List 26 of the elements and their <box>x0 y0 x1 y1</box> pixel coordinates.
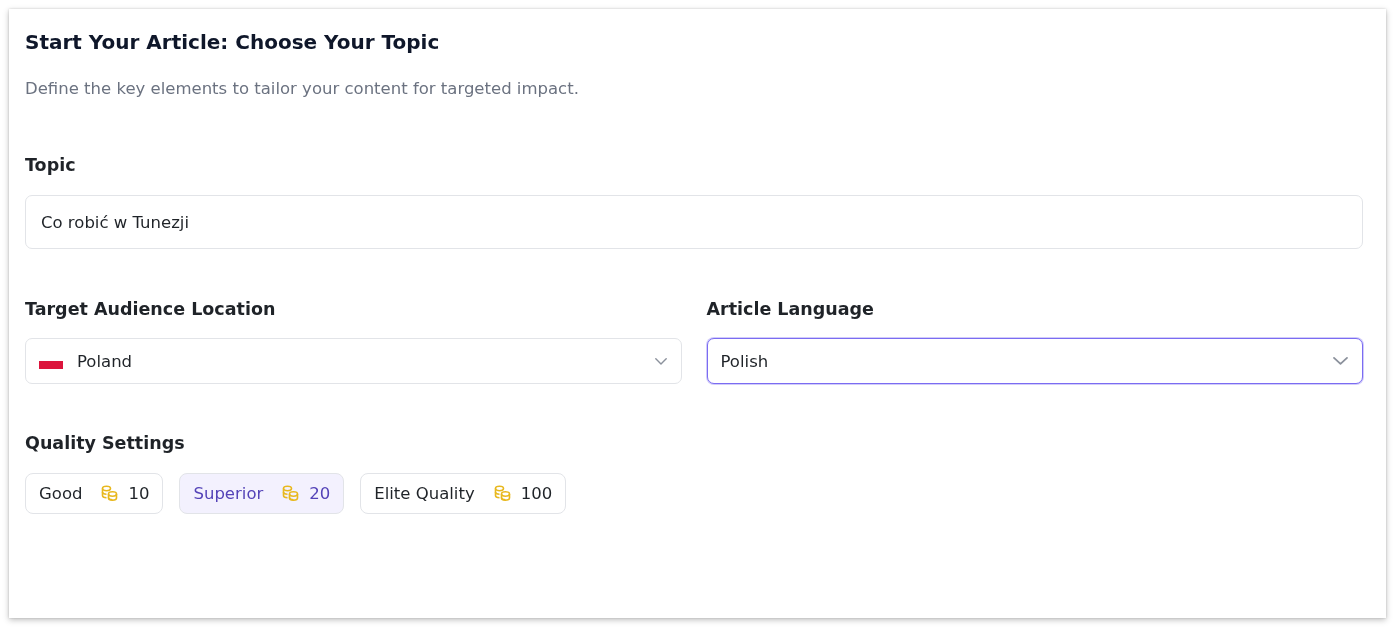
quality-option[interactable]: Elite Quality 100 <box>360 473 567 514</box>
quality-option[interactable]: Superior 20 <box>179 473 345 514</box>
language-select[interactable]: Polish <box>706 338 1363 384</box>
page-title: Start Your Article: Choose Your Topic <box>25 29 440 55</box>
select-value: Poland <box>77 351 134 371</box>
coins-icon <box>493 485 511 502</box>
field-label: Quality Settings <box>25 432 185 455</box>
field-label: Target Audience Location <box>25 298 276 321</box>
field-label: Topic <box>25 154 76 177</box>
option-cost: 20 <box>309 484 331 503</box>
coins-icon <box>282 485 300 502</box>
option-cost: 100 <box>520 484 553 503</box>
coins-icon <box>101 485 119 502</box>
chevron-down-icon <box>654 357 667 365</box>
option-label: Elite Quality <box>374 484 475 503</box>
option-label: Superior <box>193 484 264 503</box>
option-cost: 10 <box>128 484 150 503</box>
topic-input[interactable]: Co robić w Tunezji <box>25 195 1363 249</box>
flag-icon <box>39 361 63 369</box>
page-subtitle: Define the key elements to tailor your content for targeted impact. <box>25 79 579 99</box>
quality-option[interactable]: Good 10 <box>25 473 164 514</box>
location-select[interactable]: Poland <box>25 338 682 384</box>
field-label: Article Language <box>706 298 874 321</box>
chevron-down-icon <box>1333 357 1348 365</box>
option-label: Good <box>39 484 83 503</box>
select-value: Polish <box>720 351 770 371</box>
